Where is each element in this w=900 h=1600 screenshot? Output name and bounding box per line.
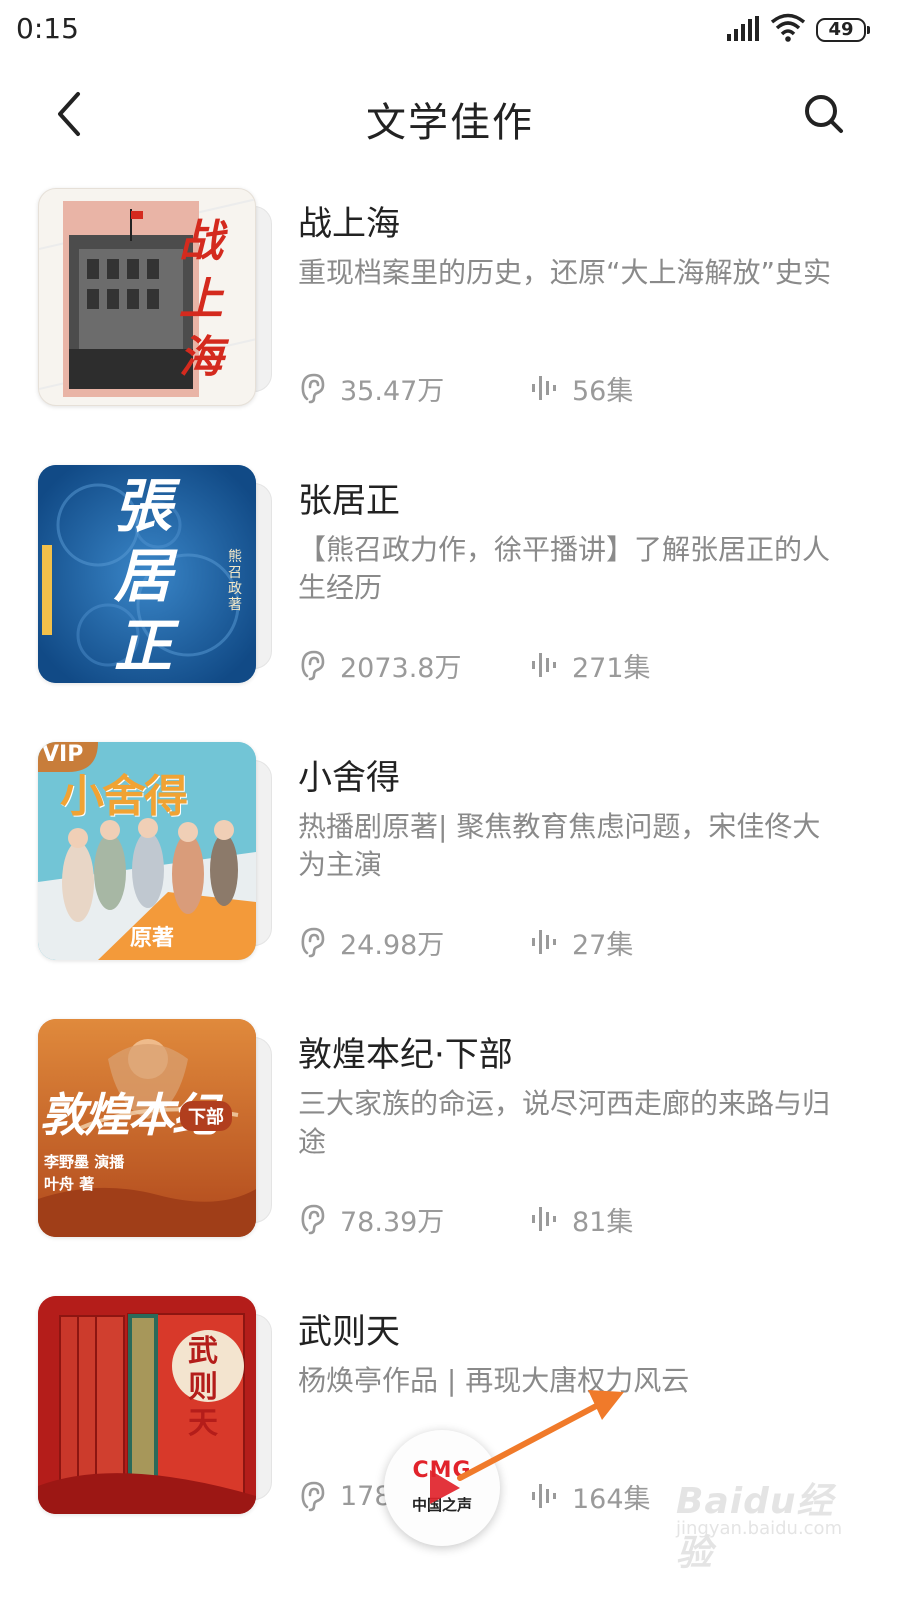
list-item[interactable]: VIP 小舍得 原著 小舍得 热播剧原著| 聚焦教育焦虑问题，宋佳佟大为主演 2… xyxy=(0,742,900,972)
book-title: 战上海 xyxy=(298,204,400,244)
cover-author-text: 熊召政 著 xyxy=(228,549,242,613)
book-description: 杨焕亭作品 | 再现大唐权力风云 xyxy=(298,1364,690,1397)
episode-count-text: 56集 xyxy=(572,375,634,407)
signal-icon xyxy=(726,16,760,46)
book-cover[interactable]: 战上海 xyxy=(38,188,272,408)
battery-icon: 49 xyxy=(816,18,870,42)
listen-ear-icon xyxy=(301,650,325,681)
play-count: 78.39万 xyxy=(298,1199,444,1239)
list-item[interactable]: 張居正 熊召政 著 张居正 【熊召政力作，徐平播讲】了解张居正的人生经历 207… xyxy=(0,465,900,695)
watermark: Baidu经验 jingyan.baidu.com xyxy=(676,1472,846,1574)
cover-credit-text: 叶舟 著 xyxy=(44,1175,95,1193)
listen-ear-icon xyxy=(301,1204,325,1235)
listen-ear-icon xyxy=(301,1481,325,1512)
episode-count: 27集 xyxy=(530,922,633,962)
episode-count: 56集 xyxy=(530,368,633,408)
cover-title-text: 小舍得 xyxy=(60,771,188,822)
cover-title-text: 武则天 xyxy=(188,1334,218,1441)
book-description: 【熊召政力作，徐平播讲】了解张居正的人生经历 xyxy=(298,533,831,604)
watermark-url: jingyan.baidu.com xyxy=(676,1518,843,1539)
play-count: 2073.8万 xyxy=(298,645,461,685)
book-title: 小舍得 xyxy=(298,758,400,798)
audio-wave-icon xyxy=(532,653,556,677)
book-stats: 35.47万 56集 xyxy=(298,368,858,408)
play-count-text: 35.47万 xyxy=(340,375,445,407)
play-count-text: 78.39万 xyxy=(340,1206,445,1238)
cover-tag-text: 原著 xyxy=(130,926,175,951)
status-time: 0:15 xyxy=(16,12,79,45)
floating-player-button[interactable]: CMG 中国之声 xyxy=(384,1430,500,1546)
play-count-text: 24.98万 xyxy=(340,929,445,961)
play-count-text: 2073.8万 xyxy=(340,652,462,684)
episode-count: 81集 xyxy=(530,1199,633,1239)
book-stats: 2073.8万 271集 xyxy=(298,645,858,685)
search-icon xyxy=(805,95,843,133)
book-stats: 24.98万 27集 xyxy=(298,922,858,962)
play-count: 35.47万 xyxy=(298,368,444,408)
list-item[interactable]: 战上海 战上海 重现档案里的历史，还原“大上海解放”史实 35.47万 56集 xyxy=(0,188,900,418)
audio-wave-icon xyxy=(532,1484,556,1508)
book-title: 敦煌本纪·下部 xyxy=(298,1035,513,1075)
wifi-icon xyxy=(770,12,806,46)
cover-credit-text: 李野墨 演播 xyxy=(44,1153,125,1171)
book-title: 武则天 xyxy=(298,1312,400,1352)
episode-count-text: 81集 xyxy=(572,1206,634,1238)
book-stats: 78.39万 81集 xyxy=(298,1199,858,1239)
audio-wave-icon xyxy=(532,376,556,400)
audio-wave-icon xyxy=(532,1207,556,1231)
book-description: 重现档案里的历史，还原“大上海解放”史实 xyxy=(298,256,832,289)
cover-title-text: 張居正 xyxy=(114,472,173,680)
book-description: 热播剧原著| 聚焦教育焦虑问题，宋佳佟大为主演 xyxy=(298,810,821,881)
book-cover[interactable]: 張居正 熊召政 著 xyxy=(38,465,272,685)
header-bar: 文学佳作 xyxy=(0,70,900,160)
episode-count-text: 164集 xyxy=(572,1483,651,1515)
cover-title-text: 战上海 xyxy=(179,216,223,383)
book-cover[interactable]: 武则天 xyxy=(38,1296,272,1516)
list-item[interactable]: 敦煌本纪 下部 李野墨 演播 叶舟 著 敦煌本纪·下部 三大家族的命运，说尽河西… xyxy=(0,1019,900,1249)
listen-ear-icon xyxy=(301,927,325,958)
status-bar: 0:15 49 xyxy=(0,0,900,62)
page-title: 文学佳作 xyxy=(366,100,534,146)
play-count: 178 xyxy=(298,1476,392,1516)
episode-count: 164集 xyxy=(530,1476,651,1516)
audio-wave-icon xyxy=(532,930,556,954)
cover-tag-text: 下部 xyxy=(180,1101,232,1131)
listen-ear-icon xyxy=(301,373,325,404)
book-cover[interactable]: 敦煌本纪 下部 李野墨 演播 叶舟 著 xyxy=(38,1019,272,1239)
play-icon xyxy=(430,1470,460,1504)
episode-count-text: 271集 xyxy=(572,652,651,684)
book-title: 张居正 xyxy=(298,481,400,521)
search-button[interactable] xyxy=(796,86,852,142)
episode-count-text: 27集 xyxy=(572,929,634,961)
episode-count: 271集 xyxy=(530,645,651,685)
book-cover[interactable]: VIP 小舍得 原著 xyxy=(38,742,272,962)
play-count: 24.98万 xyxy=(298,922,444,962)
book-description: 三大家族的命运，说尽河西走廊的来路与归途 xyxy=(298,1087,831,1158)
